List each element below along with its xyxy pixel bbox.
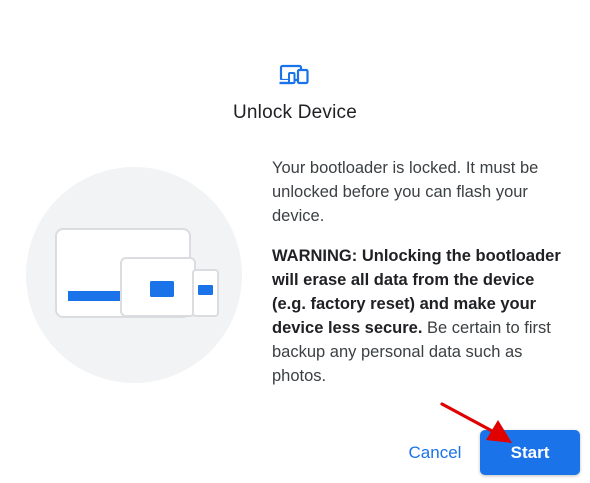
unlock-device-dialog: Unlock Device Your bootloader is locked.… xyxy=(0,0,590,483)
dialog-body: Your bootloader is locked. It must be un… xyxy=(272,156,572,388)
devices-illustration xyxy=(26,167,242,383)
bootloader-locked-text: Your bootloader is locked. It must be un… xyxy=(272,159,539,225)
warning-paragraph: WARNING: Unlocking the bootloader will e… xyxy=(272,244,572,388)
cancel-button[interactable]: Cancel xyxy=(392,430,478,475)
dialog-actions: Cancel Start xyxy=(380,430,580,475)
devices-icon xyxy=(279,64,309,85)
dialog-title: Unlock Device xyxy=(232,102,358,123)
start-button[interactable]: Start xyxy=(480,430,580,475)
